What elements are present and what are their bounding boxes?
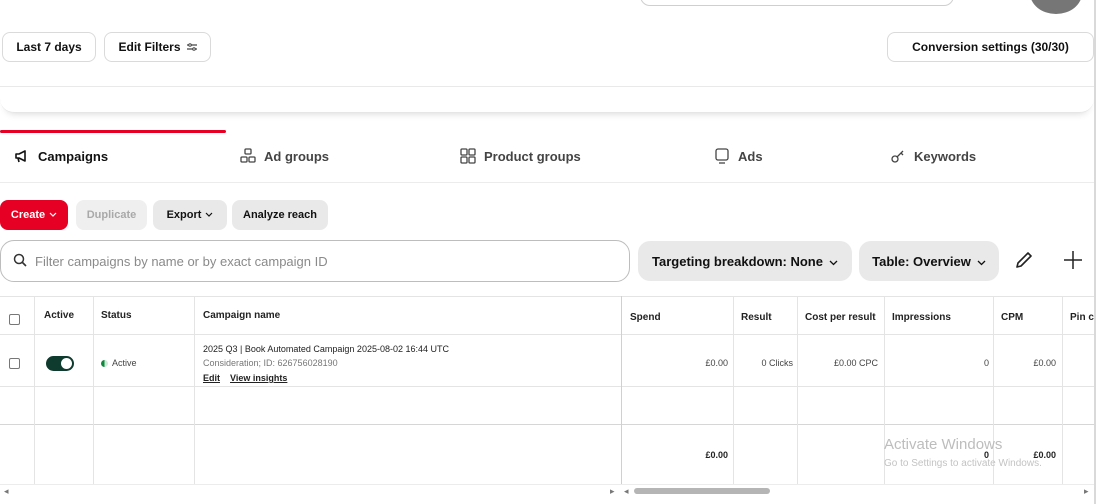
status-text: Active [112,358,137,368]
campaigns-table: Active Status Campaign name Spend Result… [0,296,1094,484]
window-edge [1094,0,1096,504]
chevron-down-icon [49,209,57,221]
chevron-down-icon [829,254,838,269]
column-header-cpm[interactable]: CPM [1001,298,1023,336]
cpm-value: £0.00 [1033,358,1056,368]
divider [0,86,1094,87]
megaphone-icon [14,148,30,164]
divider [733,296,734,484]
tab-bar: Campaigns Ad groups Product groups Ads K… [0,130,1094,183]
column-header-active[interactable]: Active [44,296,74,334]
edit-filters-label: Edit Filters [118,40,181,54]
column-header-cost-per-result[interactable]: Cost per result [805,298,876,336]
column-header-campaign-name[interactable]: Campaign name [203,296,280,334]
chevron-down-icon [977,254,986,269]
divider [34,296,35,484]
key-icon [890,148,906,164]
campaign-subtitle: Consideration; ID: 626756028190 [203,358,338,368]
activate-windows-subtitle: Go to Settings to activate Windows. [884,458,1042,469]
search-icon [13,253,27,270]
divider [0,296,1094,297]
duplicate-button[interactable]: Duplicate [76,200,147,230]
grid-icon [460,148,476,164]
spend-value: £0.00 [705,358,728,368]
scroll-right-icon[interactable]: ▸ [610,485,615,497]
targeting-breakdown-dropdown[interactable]: Targeting breakdown: None [638,241,852,281]
column-header-result[interactable]: Result [741,298,772,336]
row-checkbox[interactable] [9,358,20,369]
result-value: 0 Clicks [761,358,793,368]
cost-per-result-value: £0.00 CPC [833,358,878,368]
row-actions: Edit View insights [203,373,287,383]
divider [884,296,885,484]
divider [621,296,622,484]
duplicate-label: Duplicate [86,209,137,221]
campaign-search[interactable] [0,240,630,282]
tab-product-groups[interactable]: Product groups [460,130,581,182]
select-all-checkbox[interactable] [9,314,20,325]
scroll-left-icon[interactable]: ◂ [624,485,629,497]
scrollbar-thumb[interactable] [634,488,770,494]
scroll-right-icon[interactable]: ▸ [1084,485,1089,497]
status-dot-icon [101,360,108,367]
create-button[interactable]: Create [0,200,68,230]
edit-link[interactable]: Edit [203,373,220,383]
top-search-bar[interactable] [640,0,954,6]
divider [993,296,994,484]
filters-card [0,88,1094,113]
table-view-label: Table: Overview [872,253,971,269]
column-header-status[interactable]: Status [101,296,132,334]
total-spend: £0.00 [705,450,728,460]
divider [93,296,94,484]
impressions-value: 0 [983,358,989,368]
export-label: Export [166,209,202,221]
edit-filters-button[interactable]: Edit Filters [104,32,211,62]
chevron-down-icon [205,209,213,221]
date-range-label: Last 7 days [16,40,82,54]
activate-windows-title: Activate Windows [884,436,1003,453]
filter-sliders-icon [186,40,197,54]
tab-label: Keywords [914,148,977,164]
status-badge: Active [101,358,137,368]
column-header-spend[interactable]: Spend [630,298,661,336]
divider [797,296,798,484]
campaign-name-link[interactable]: 2025 Q3 | Book Automated Campaign 2025-0… [203,344,449,354]
analyze-reach-button[interactable]: Analyze reach [232,200,328,230]
date-range-button[interactable]: Last 7 days [2,32,96,62]
plus-icon[interactable] [1062,249,1084,274]
column-header-pin-clicks[interactable]: Pin c [1070,298,1094,336]
active-toggle[interactable] [46,356,74,371]
tab-label: Product groups [484,148,581,164]
create-label: Create [10,209,46,221]
table-view-dropdown[interactable]: Table: Overview [859,241,999,281]
divider [0,386,1094,387]
conversion-settings-label: Conversion settings (30/30) [912,40,1069,54]
ad-groups-icon [240,148,256,164]
targeting-breakdown-label: Targeting breakdown: None [652,253,823,269]
tab-ad-groups[interactable]: Ad groups [240,130,329,182]
search-input[interactable] [33,252,597,270]
divider [0,424,1094,425]
avatar[interactable] [1030,0,1082,14]
divider [194,296,195,484]
tab-label: Ad groups [264,148,329,164]
tab-keywords[interactable]: Keywords [890,130,976,182]
tab-label: Ads [738,148,763,164]
analyze-reach-label: Analyze reach [243,209,317,221]
conversion-settings-button[interactable]: Conversion settings (30/30) [887,32,1094,62]
ad-icon [714,148,730,164]
scroll-left-icon[interactable]: ◂ [4,485,9,497]
export-button[interactable]: Export [153,200,227,230]
tab-label: Campaigns [38,148,109,164]
tab-campaigns[interactable]: Campaigns [14,130,108,182]
pencil-icon[interactable] [1013,249,1035,274]
tab-ads[interactable]: Ads [714,130,763,182]
divider [1062,296,1063,484]
horizontal-scrollbar[interactable]: ◂ ▸ ◂ ▸ [0,484,1094,497]
column-header-impressions[interactable]: Impressions [892,298,951,336]
view-insights-link[interactable]: View insights [230,373,287,383]
